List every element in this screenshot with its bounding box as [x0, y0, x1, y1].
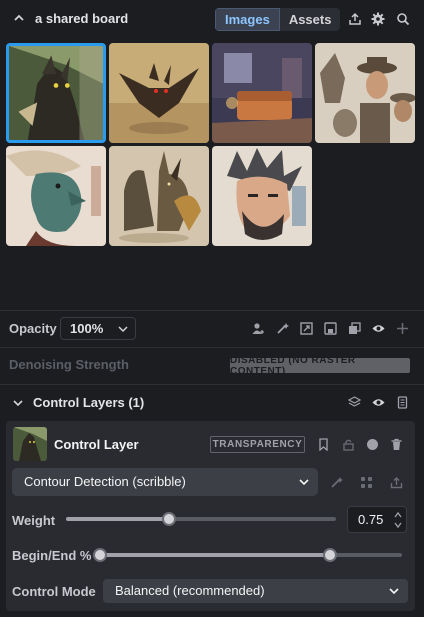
- magic-wand-icon[interactable]: [330, 476, 343, 489]
- fit-to-bbox-icon[interactable]: [300, 322, 313, 335]
- board-title[interactable]: a shared board: [35, 11, 128, 26]
- trash-icon[interactable]: [390, 438, 403, 451]
- tab-assets[interactable]: Assets: [279, 8, 341, 31]
- chevron-down-icon: [118, 326, 128, 333]
- search-icon[interactable]: [396, 12, 410, 26]
- eye-icon[interactable]: [372, 322, 385, 335]
- chevron-up-icon[interactable]: [12, 11, 26, 25]
- control-mode-value: Balanced (recommended): [115, 583, 265, 598]
- layer-menu-icon[interactable]: [396, 396, 409, 409]
- weight-slider-fill: [66, 517, 169, 521]
- copy-layers-icon[interactable]: [348, 322, 361, 335]
- begin-end-slider-fill: [100, 553, 330, 557]
- opacity-value: 100%: [70, 321, 104, 336]
- chevron-down-icon: [299, 479, 309, 486]
- weight-value: 0.75: [358, 512, 384, 527]
- person-add-icon[interactable]: [252, 322, 265, 335]
- gallery-tabs: Images Assets: [215, 8, 341, 31]
- divider: [0, 347, 424, 348]
- gear-icon[interactable]: [371, 12, 385, 26]
- control-model-value: Contour Detection (scribble): [24, 474, 186, 489]
- weight-input[interactable]: 0.75: [347, 506, 407, 533]
- eye-icon[interactable]: [372, 396, 385, 409]
- lock-icon[interactable]: [342, 438, 355, 451]
- weight-slider-thumb[interactable]: [161, 512, 176, 526]
- control-mode-label: Control Mode: [12, 584, 96, 599]
- end-slider-thumb[interactable]: [322, 548, 337, 562]
- control-layers-title[interactable]: Control Layers (1): [33, 395, 144, 410]
- control-layer-name[interactable]: Control Layer: [54, 437, 139, 452]
- decrement-icon[interactable]: [394, 521, 402, 529]
- gallery-image-bearded-man[interactable]: [212, 146, 312, 246]
- gallery-image-cozy-room[interactable]: [212, 43, 312, 143]
- denoising-disabled-badge: DISABLED (NO RASTER CONTENT): [230, 355, 410, 377]
- gallery-image-horned-creatures[interactable]: [109, 146, 209, 246]
- divider: [0, 310, 424, 311]
- transparency-badge[interactable]: TRANSPARENCY: [210, 436, 305, 453]
- gallery-image-winged-beast[interactable]: [109, 43, 209, 143]
- toggle-circle-icon[interactable]: [366, 438, 379, 451]
- divider: [0, 384, 424, 385]
- gallery-image-green-face[interactable]: [6, 146, 106, 246]
- plus-icon[interactable]: [396, 322, 409, 335]
- begin-end-label: Begin/End %: [12, 548, 92, 563]
- gallery-image-cowboys[interactable]: [315, 43, 415, 143]
- upload-icon[interactable]: [348, 12, 362, 26]
- save-icon[interactable]: [324, 322, 337, 335]
- chevron-down-icon: [389, 588, 399, 595]
- weight-label: Weight: [12, 513, 56, 528]
- board-header: a shared board Images Assets: [0, 0, 424, 37]
- opacity-label: Opacity: [9, 321, 57, 336]
- magic-wand-icon[interactable]: [276, 322, 289, 335]
- tab-images[interactable]: Images: [215, 8, 280, 31]
- bookmark-icon[interactable]: [317, 438, 330, 451]
- process-grid-icon[interactable]: [360, 476, 373, 489]
- control-mode-select[interactable]: Balanced (recommended): [103, 579, 408, 603]
- control-layer-thumbnail: [13, 427, 47, 461]
- denoising-strength-label: Denoising Strength: [9, 357, 129, 372]
- gallery-image-werewolf[interactable]: [6, 43, 106, 143]
- layers-icon[interactable]: [348, 396, 361, 409]
- begin-slider-thumb[interactable]: [93, 548, 107, 562]
- opacity-select[interactable]: 100%: [60, 317, 136, 340]
- chevron-down-icon[interactable]: [12, 397, 24, 409]
- control-model-select[interactable]: Contour Detection (scribble): [12, 468, 318, 496]
- increment-icon[interactable]: [394, 511, 402, 519]
- upload-icon[interactable]: [390, 476, 403, 489]
